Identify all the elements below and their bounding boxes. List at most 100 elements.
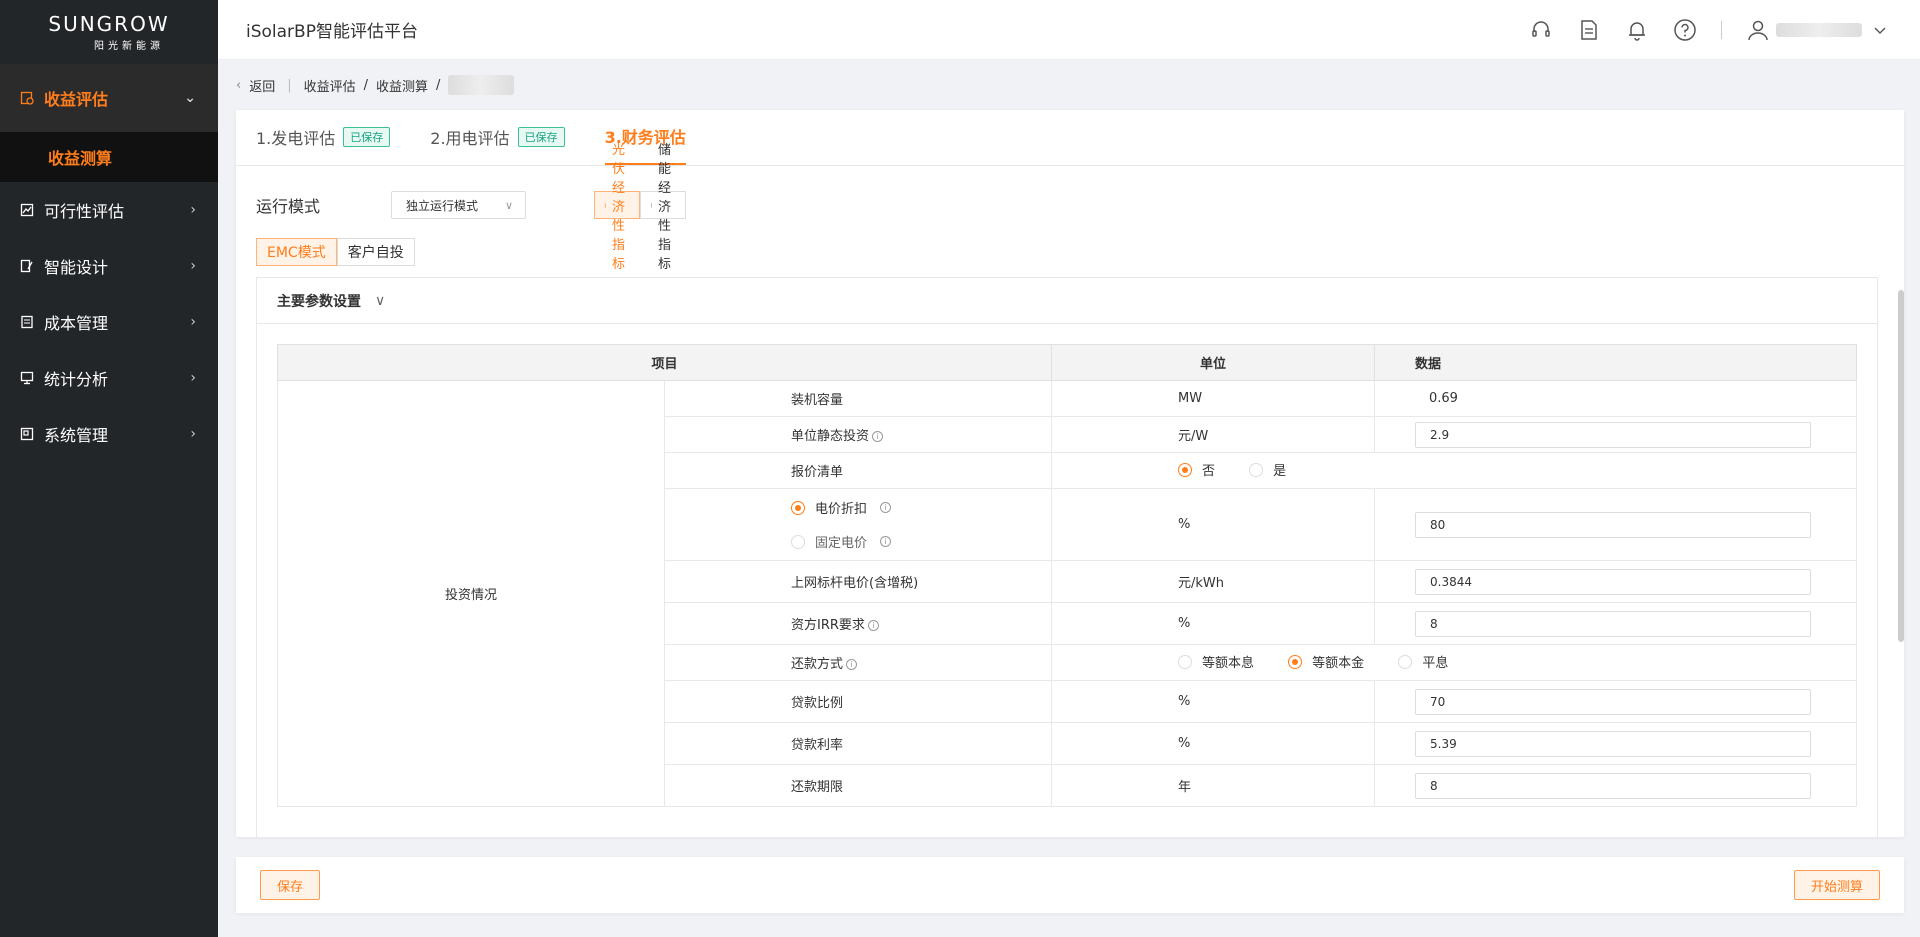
radio-unchecked-icon xyxy=(791,534,805,549)
irr-input[interactable]: 8 xyxy=(1415,610,1811,637)
scrollbar[interactable] xyxy=(1898,290,1904,642)
document-icon[interactable] xyxy=(1577,18,1601,42)
row-label: 贷款比例 xyxy=(664,680,1052,723)
back-link[interactable]: 返回 xyxy=(249,76,275,95)
help-icon[interactable] xyxy=(1673,18,1697,42)
row-data: 2.9 xyxy=(1374,416,1857,453)
loan-term-input[interactable]: 8 xyxy=(1415,772,1811,799)
breadcrumb-level1[interactable]: 收益评估 xyxy=(304,76,356,95)
cost-icon xyxy=(21,315,33,329)
row-label: 单位静态投资 i xyxy=(664,416,1052,453)
save-button[interactable]: 保存 xyxy=(260,870,321,900)
sidebar-label: 系统管理 xyxy=(44,426,109,445)
sidebar-item-system[interactable]: 系统管理 › xyxy=(0,406,218,462)
sidebar-item-feasibility[interactable]: 可行性评估 › xyxy=(0,182,218,238)
header-data: 数据 xyxy=(1374,344,1857,381)
radio-unchecked-icon xyxy=(1249,462,1264,477)
header-tools xyxy=(1529,18,1892,42)
grid-price-input[interactable]: 0.3844 xyxy=(1415,568,1811,595)
mode-select[interactable]: 独立运行模式 ∨ xyxy=(391,191,526,219)
radio-fixed-price[interactable]: 固定电价 i xyxy=(791,525,1051,559)
radio-flat-interest[interactable]: 平息 xyxy=(1398,652,1448,671)
chevron-right-icon: › xyxy=(190,202,196,218)
breadcrumb-current-redacted xyxy=(448,75,515,95)
radio-equal-installment[interactable]: 等额本息 xyxy=(1178,652,1254,671)
start-calc-button[interactable]: 开始测算 xyxy=(1793,870,1880,900)
params-panel: 主要参数设置 ∨ 项目 单位 数据 投资情况 装机容量 MW 0.69 单位静态… xyxy=(256,277,1878,837)
settings-icon xyxy=(20,427,34,441)
stats-icon xyxy=(20,371,34,385)
headset-icon[interactable] xyxy=(1529,18,1553,42)
sidebar-item-design[interactable]: 智能设计 › xyxy=(0,238,218,294)
row-label: 报价清单 xyxy=(664,452,1052,489)
sidebar-label: 智能设计 xyxy=(44,258,109,277)
sidebar-subitem-revenue-calc[interactable]: 收益测算 xyxy=(0,132,218,182)
sidebar-label: 成本管理 xyxy=(44,314,109,333)
chevron-down-icon[interactable] xyxy=(1868,18,1892,42)
price-mode-radio-group: 电价折扣 i 固定电价 i xyxy=(664,488,1052,561)
invest-mode-toggle: EMC模式 客户自投 xyxy=(256,238,415,266)
row-label: 装机容量 xyxy=(664,380,1052,417)
row-label: 贷款利率 xyxy=(664,722,1052,765)
user-name-redacted[interactable] xyxy=(1776,22,1862,37)
radio-yes[interactable]: 是 xyxy=(1249,460,1286,479)
indicator-toggle: 光伏经济性指标 储能经济性指标 xyxy=(594,143,687,272)
saved-badge: 已保存 xyxy=(343,127,391,147)
chevron-down-icon: ∨ xyxy=(504,198,513,212)
chart-icon xyxy=(20,203,34,217)
mode-label: 运行模式 xyxy=(256,197,321,216)
radio-price-discount[interactable]: 电价折扣 i xyxy=(791,491,1051,525)
info-icon[interactable]: i xyxy=(872,431,884,442)
tab-label: 1.发电评估 xyxy=(256,129,336,148)
emc-mode-button[interactable]: EMC模式 xyxy=(256,238,337,266)
design-icon xyxy=(20,259,33,273)
self-invest-button[interactable]: 客户自投 xyxy=(336,238,415,266)
dot-icon xyxy=(605,202,606,208)
tab-consumption-eval[interactable]: 2.用电评估 已保存 xyxy=(430,110,565,165)
tab-generation-eval[interactable]: 1.发电评估 已保存 xyxy=(256,110,391,165)
row-label: 还款期限 xyxy=(664,764,1052,807)
loan-ratio-input[interactable]: 70 xyxy=(1415,688,1811,715)
user-icon[interactable] xyxy=(1746,18,1770,42)
row-unit: 元/W xyxy=(1051,416,1375,453)
row-data: 8 xyxy=(1374,764,1857,807)
chevron-down-icon: ∨ xyxy=(375,292,386,309)
logo: SUNGROW 阳光新能源 xyxy=(0,0,218,64)
sidebar-label: 统计分析 xyxy=(44,370,109,389)
breadcrumb: ‹ 返回 | 收益评估 / 收益测算 / xyxy=(236,72,515,98)
row-data: 5.39 xyxy=(1374,722,1857,765)
row-data: 70 xyxy=(1374,680,1857,723)
row-label: 上网标杆电价(含增税) xyxy=(664,560,1052,603)
info-icon[interactable]: i xyxy=(867,620,879,631)
loan-rate-input[interactable]: 5.39 xyxy=(1415,730,1811,757)
breadcrumb-sep: / xyxy=(363,77,369,93)
info-icon[interactable]: i xyxy=(846,659,858,670)
chevron-right-icon: › xyxy=(190,314,196,330)
radio-equal-principal[interactable]: 等额本金 xyxy=(1288,652,1364,671)
info-icon[interactable]: i xyxy=(880,502,892,513)
sidebar-item-revenue[interactable]: 收益评估 ⌄ xyxy=(0,64,218,132)
params-panel-header[interactable]: 主要参数设置 ∨ xyxy=(257,278,1877,324)
radio-checked-icon xyxy=(791,500,805,515)
header-divider xyxy=(1721,20,1722,39)
radio-no[interactable]: 否 xyxy=(1178,460,1215,479)
tab-label: 2.用电评估 xyxy=(430,129,510,148)
sidebar-item-cost[interactable]: 成本管理 › xyxy=(0,294,218,350)
bell-icon[interactable] xyxy=(1625,18,1649,42)
breadcrumb-level2[interactable]: 收益测算 xyxy=(376,76,428,95)
quote-radio-group: 否 是 xyxy=(1051,452,1857,489)
sidebar-item-stats[interactable]: 统计分析 › xyxy=(0,350,218,406)
header: iSolarBP智能评估平台 xyxy=(218,0,1920,60)
unit-invest-input[interactable]: 2.9 xyxy=(1415,421,1811,448)
price-discount-input[interactable]: 80 xyxy=(1415,511,1811,538)
pv-indicator-button[interactable]: 光伏经济性指标 xyxy=(594,143,641,272)
breadcrumb-sep: / xyxy=(436,77,441,93)
pv-indicator-label: 光伏经济性指标 xyxy=(611,142,625,272)
storage-indicator-label: 储能经济性指标 xyxy=(657,142,671,272)
chevron-left-icon[interactable]: ‹ xyxy=(236,78,241,93)
storage-indicator-button[interactable]: 储能经济性指标 xyxy=(640,143,687,272)
breadcrumb-divider: | xyxy=(287,77,292,93)
radio-unchecked-icon xyxy=(1398,654,1413,669)
info-icon[interactable]: i xyxy=(880,536,892,547)
row-data: 80 xyxy=(1374,488,1857,561)
